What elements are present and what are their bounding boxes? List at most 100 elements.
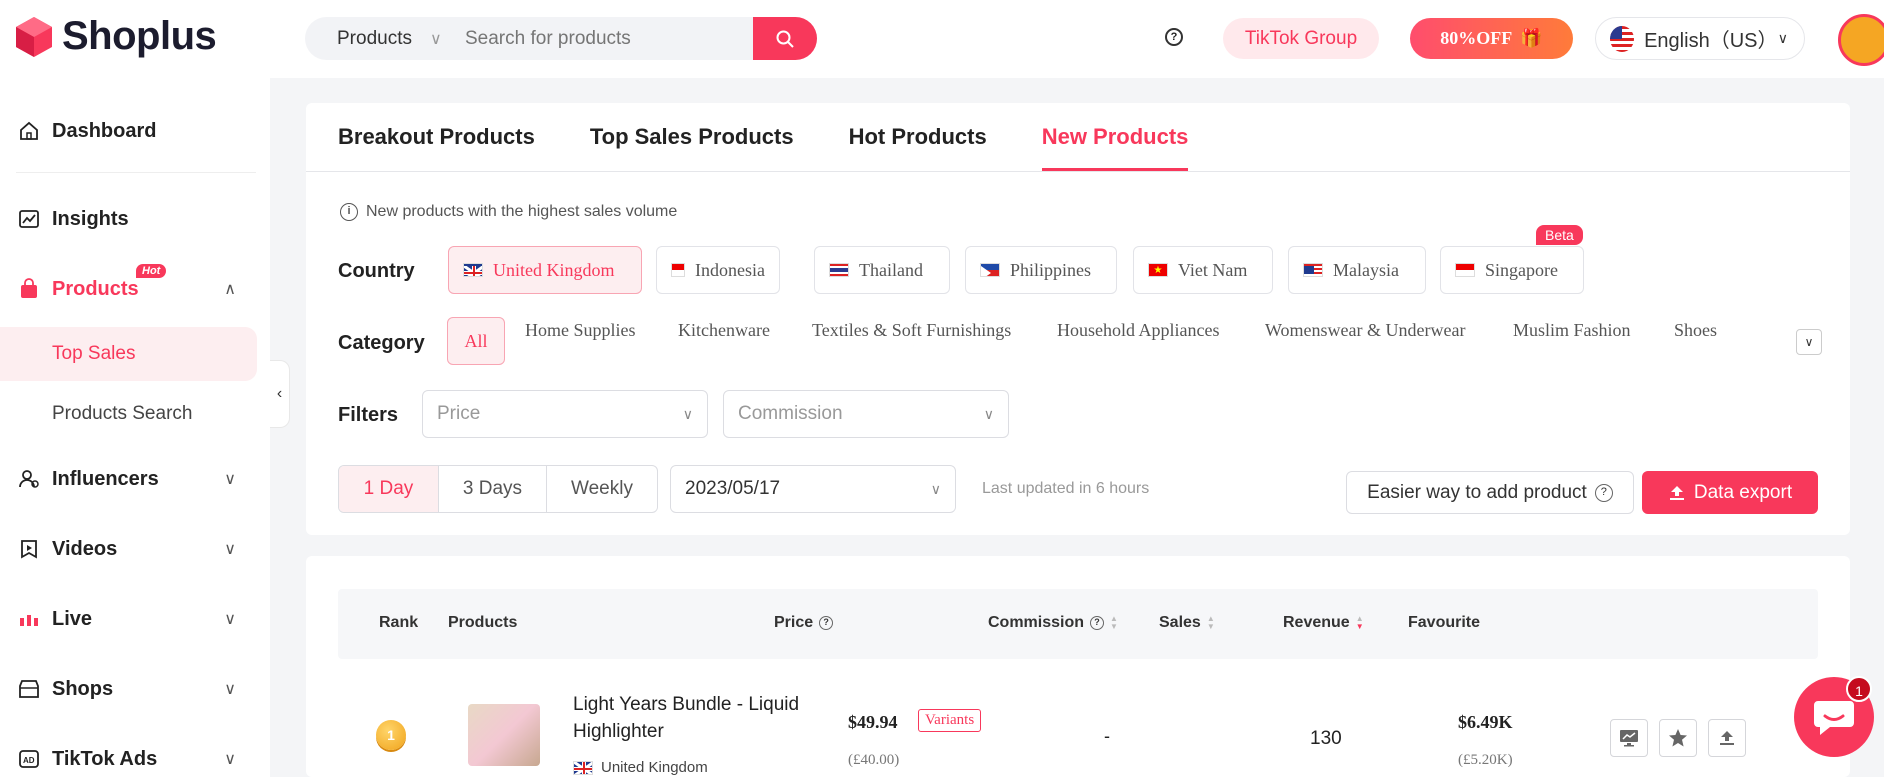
country-chip-thailand[interactable]: Thailand [814, 246, 950, 294]
svg-text:AD: AD [23, 756, 35, 765]
price-filter-select[interactable]: Price ∨ [422, 390, 708, 438]
country-chip-philippines[interactable]: Philippines [965, 246, 1117, 294]
country-chip-malaysia[interactable]: Malaysia [1288, 246, 1426, 294]
chat-bubble-icon [1814, 701, 1854, 735]
sidebar-collapse-button[interactable]: ‹ [270, 360, 290, 428]
category-chip-home-supplies[interactable]: Home Supplies [525, 320, 636, 341]
filter-panel: Breakout Products Top Sales Products Hot… [306, 103, 1850, 535]
price-value: $49.94 [848, 712, 898, 732]
period-weekly[interactable]: Weekly [547, 466, 657, 512]
country-label: Viet Nam [1178, 259, 1248, 280]
variants-badge[interactable]: Variants [918, 709, 982, 732]
revenue-value: $6.49K [1458, 712, 1513, 732]
sidebar-item-tiktok-ads[interactable]: AD TikTok Ads ∨ [16, 746, 256, 772]
country-label: Indonesia [695, 259, 765, 280]
column-header-rank: Rank [379, 614, 419, 631]
data-export-label: Data export [1693, 481, 1793, 503]
sidebar-item-label: Videos [52, 537, 118, 560]
commission-filter-select[interactable]: Commission ∨ [723, 390, 1009, 438]
singapore-flag-icon [1455, 263, 1475, 277]
sidebar-item-dashboard[interactable]: Dashboard [16, 118, 256, 144]
sidebar-item-influencers[interactable]: Influencers ∨ [16, 466, 256, 492]
language-select[interactable]: English（US） ∨ [1595, 17, 1805, 60]
data-export-button[interactable]: Data export [1642, 471, 1818, 514]
country-label: United Kingdom [493, 259, 615, 280]
chevron-down-icon: ∨ [1777, 30, 1788, 46]
promo-banner[interactable]: 80%OFF 🎁 [1410, 18, 1573, 59]
sidebar-item-products-search[interactable]: Products Search [0, 387, 257, 441]
analytics-button[interactable] [1610, 719, 1648, 757]
tab-breakout-products[interactable]: Breakout Products [338, 103, 535, 171]
us-flag-icon [1610, 25, 1635, 52]
sidebar-item-top-sales[interactable]: Top Sales [0, 327, 257, 381]
sidebar-item-videos[interactable]: Videos ∨ [16, 536, 256, 562]
sidebar-item-label: Dashboard [52, 119, 157, 142]
period-3-days[interactable]: 3 Days [439, 466, 547, 512]
sort-icon: ▲ ▼ [1110, 614, 1118, 631]
chevron-down-icon: ∨ [224, 751, 236, 768]
chevron-down-icon: ∨ [224, 681, 236, 698]
country-label: Country [338, 260, 415, 282]
sidebar-item-live[interactable]: Live ∨ [16, 606, 256, 632]
date-select[interactable]: 2023/05/17 ∨ [670, 465, 956, 513]
sidebar-item-label: Shops [52, 677, 114, 700]
price-local-value: (£40.00) [848, 752, 900, 768]
column-header-revenue[interactable]: Revenue ▲ ▼ [1283, 614, 1364, 632]
period-1-day[interactable]: 1 Day [339, 466, 439, 512]
avatar[interactable] [1838, 14, 1884, 66]
tab-new-products[interactable]: New Products [1041, 103, 1188, 171]
shoplus-logo[interactable]: Shoplus [12, 14, 217, 59]
video-icon [16, 536, 42, 562]
help-icon: ? [819, 616, 834, 630]
category-chip-all[interactable]: All [447, 317, 505, 365]
product-country-label: United Kingdom [601, 759, 708, 776]
product-tabs: Breakout Products Top Sales Products Hot… [338, 103, 1243, 171]
easier-add-product-button[interactable]: Easier way to add product ? [1346, 471, 1634, 514]
country-chip-singapore[interactable]: Singapore [1440, 246, 1584, 294]
column-header-products: Products [448, 614, 518, 631]
tabs-divider [306, 171, 1850, 172]
rank-medal-icon: 1 [376, 720, 406, 750]
category-chip-household-appliances[interactable]: Household Appliances [1057, 320, 1219, 341]
category-expand-button[interactable]: ∨ [1796, 329, 1822, 355]
column-header-price: Price? [774, 614, 834, 632]
chevron-down-icon: ∨ [224, 471, 236, 488]
product-country: United Kingdom [573, 759, 708, 776]
country-chip-indonesia[interactable]: Indonesia [656, 246, 780, 294]
country-chip-united-kingdom[interactable]: United Kingdom [448, 246, 642, 294]
help-icon[interactable]: ? [1165, 28, 1183, 46]
sidebar-item-shops[interactable]: Shops ∨ [16, 676, 256, 702]
product-title[interactable]: Light Years Bundle - Liquid Highlighter [573, 691, 823, 745]
category-chip-kitchenware[interactable]: Kitchenware [678, 320, 770, 341]
tab-top-sales-products[interactable]: Top Sales Products [590, 103, 794, 171]
vietnam-flag-icon: ★ [1148, 263, 1168, 277]
chat-notification-badge: 1 [1846, 676, 1872, 702]
country-chip-viet-nam[interactable]: ★ Viet Nam [1133, 246, 1273, 294]
filters-label: Filters [338, 404, 399, 426]
category-chip-textiles[interactable]: Textiles & Soft Furnishings [812, 320, 1011, 341]
tab-hot-products[interactable]: Hot Products [849, 103, 987, 171]
top-header: Shoplus Products ∨ ? TikTok Group 80%OFF… [0, 0, 1884, 78]
easier-add-product-label: Easier way to add product [1367, 481, 1587, 503]
search-input[interactable] [465, 27, 753, 50]
shopping-bag-icon [16, 276, 42, 302]
search-bar: Products ∨ [305, 17, 817, 60]
column-header-sales[interactable]: Sales ▲ ▼ [1159, 614, 1215, 632]
help-icon: ? [1594, 483, 1613, 502]
sidebar-item-products[interactable]: Products Hot ∧ [16, 264, 256, 302]
product-thumbnail[interactable] [468, 704, 540, 766]
beta-badge: Beta [1536, 225, 1583, 245]
category-label: Category [338, 332, 425, 354]
user-icon [16, 466, 42, 492]
category-chip-shoes[interactable]: Shoes [1674, 320, 1717, 341]
share-button[interactable] [1708, 719, 1746, 757]
tiktok-group-button[interactable]: TikTok Group [1223, 18, 1379, 59]
sidebar-item-insights[interactable]: Insights [16, 206, 256, 232]
column-header-commission[interactable]: Commission? ▲ ▼ [988, 614, 1118, 632]
search-button[interactable] [753, 17, 817, 60]
favourite-button[interactable] [1659, 719, 1697, 757]
live-icon [16, 606, 42, 632]
search-category-select[interactable]: Products ∨ [305, 28, 465, 50]
category-chip-womenswear[interactable]: Womenswear & Underwear [1265, 320, 1465, 341]
category-chip-muslim-fashion[interactable]: Muslim Fashion [1513, 320, 1631, 341]
